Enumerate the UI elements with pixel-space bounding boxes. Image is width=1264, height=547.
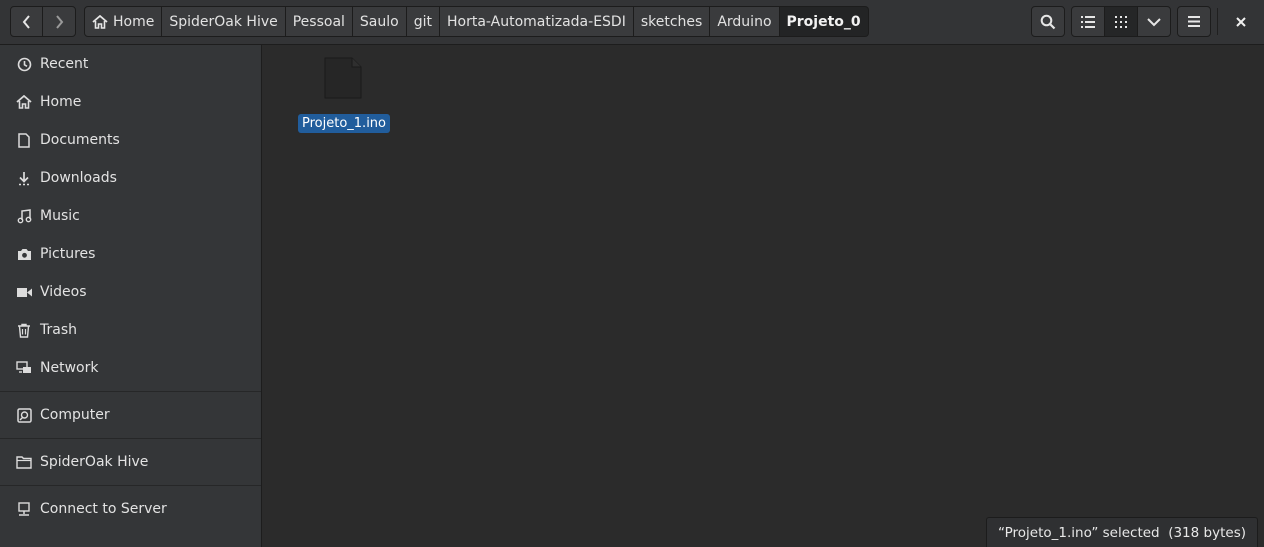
sidebar-item-recent[interactable]: Recent <box>0 45 261 83</box>
document-icon <box>16 132 32 148</box>
crumb-label: Home <box>113 13 155 30</box>
crumb-label: Pessoal <box>292 13 345 30</box>
home-icon <box>92 14 108 29</box>
crumb-sketches[interactable]: sketches <box>633 6 711 37</box>
list-view-icon <box>1081 15 1095 28</box>
sidebar-item-music[interactable]: Music <box>0 197 261 235</box>
sidebar-item-videos[interactable]: Videos <box>0 273 261 311</box>
sidebar-separator <box>0 485 261 486</box>
crumb-label: Projeto_0 <box>786 13 861 30</box>
sidebar: Recent Home Documents Downloads Music Pi… <box>0 45 262 547</box>
sidebar-item-documents[interactable]: Documents <box>0 121 261 159</box>
download-icon <box>16 170 32 186</box>
harddisk-icon <box>16 407 32 423</box>
search-icon <box>1040 14 1056 29</box>
crumb-projeto-0-current[interactable]: Projeto_0 <box>779 6 869 37</box>
sidebar-item-home[interactable]: Home <box>0 83 261 121</box>
crumb-label: Horta-Automatizada-ESDI <box>446 13 626 30</box>
search-button[interactable] <box>1031 6 1065 37</box>
server-icon <box>16 501 32 517</box>
folder-icon <box>16 454 32 470</box>
selection-status: “Projeto_1.ino” selected (318 bytes) <box>986 517 1258 547</box>
sidebar-item-label: Videos <box>40 284 87 300</box>
status-text: “Projeto_1.ino” selected (318 bytes) <box>998 524 1246 541</box>
view-options-button[interactable] <box>1137 6 1171 37</box>
sidebar-item-label: Downloads <box>40 170 117 186</box>
sidebar-item-connect-to-server[interactable]: Connect to Server <box>0 490 261 528</box>
camera-icon <box>16 246 32 262</box>
home-icon <box>16 94 32 110</box>
sidebar-item-trash[interactable]: Trash <box>0 311 261 349</box>
video-icon <box>16 284 32 300</box>
crumb-label: Arduino <box>717 13 772 30</box>
crumb-git[interactable]: git <box>406 6 440 37</box>
chevron-down-icon <box>1147 17 1161 26</box>
sidebar-item-spideroak-hive[interactable]: SpiderOak Hive <box>0 443 261 481</box>
header-bar: Home SpiderOak Hive Pessoal Saulo git Ho… <box>0 0 1264 45</box>
header-separator <box>1217 8 1218 35</box>
crumb-label: SpiderOak Hive <box>169 13 278 30</box>
breadcrumb: Home SpiderOak Hive Pessoal Saulo git Ho… <box>84 6 869 37</box>
list-view-button[interactable] <box>1071 6 1105 37</box>
sidebar-item-label: Music <box>40 208 80 224</box>
sidebar-item-label: Pictures <box>40 246 96 262</box>
sidebar-item-network[interactable]: Network <box>0 349 261 387</box>
clock-icon <box>16 56 32 72</box>
forward-button[interactable] <box>42 6 76 37</box>
sidebar-item-label: Recent <box>40 56 89 72</box>
file-manager-window: Home SpiderOak Hive Pessoal Saulo git Ho… <box>0 0 1264 547</box>
sidebar-separator <box>0 391 261 392</box>
crumb-label: sketches <box>640 13 703 30</box>
sidebar-item-label: Home <box>40 94 82 110</box>
network-icon <box>16 360 32 376</box>
chevron-right-icon <box>56 14 64 29</box>
sidebar-item-label: Documents <box>40 132 120 148</box>
sidebar-item-label: Network <box>40 360 99 376</box>
back-button[interactable] <box>10 6 43 37</box>
crumb-home[interactable]: Home <box>84 6 163 37</box>
music-icon <box>16 208 32 224</box>
sidebar-item-pictures[interactable]: Pictures <box>0 235 261 273</box>
file-name-label[interactable]: Projeto_1.ino <box>298 114 390 133</box>
crumb-saulo[interactable]: Saulo <box>352 6 407 37</box>
close-button[interactable] <box>1224 6 1258 37</box>
sidebar-item-label: SpiderOak Hive <box>40 454 149 470</box>
crumb-pessoal[interactable]: Pessoal <box>285 6 353 37</box>
sidebar-item-label: Trash <box>40 322 77 338</box>
crumb-spideroak-hive[interactable]: SpiderOak Hive <box>162 6 286 37</box>
crumb-label: Saulo <box>359 13 399 30</box>
sidebar-item-computer[interactable]: Computer <box>0 396 261 434</box>
file-icon <box>324 57 362 103</box>
close-icon <box>1236 16 1246 27</box>
sidebar-separator <box>0 438 261 439</box>
hamburger-menu-icon <box>1188 16 1200 27</box>
file-view[interactable]: Projeto_1.ino “Projeto_1.ino” selected (… <box>262 45 1264 547</box>
sidebar-item-label: Connect to Server <box>40 501 167 517</box>
grid-view-button[interactable] <box>1104 6 1138 37</box>
sidebar-item-label: Computer <box>40 407 110 423</box>
grid-view-icon <box>1115 15 1127 28</box>
chevron-left-icon <box>22 14 30 29</box>
crumb-horta-automatizada-esdi[interactable]: Horta-Automatizada-ESDI <box>439 6 634 37</box>
crumb-arduino[interactable]: Arduino <box>710 6 780 37</box>
sidebar-item-downloads[interactable]: Downloads <box>0 159 261 197</box>
menu-button[interactable] <box>1177 6 1211 37</box>
crumb-label: git <box>413 13 432 30</box>
trash-icon <box>16 322 32 338</box>
